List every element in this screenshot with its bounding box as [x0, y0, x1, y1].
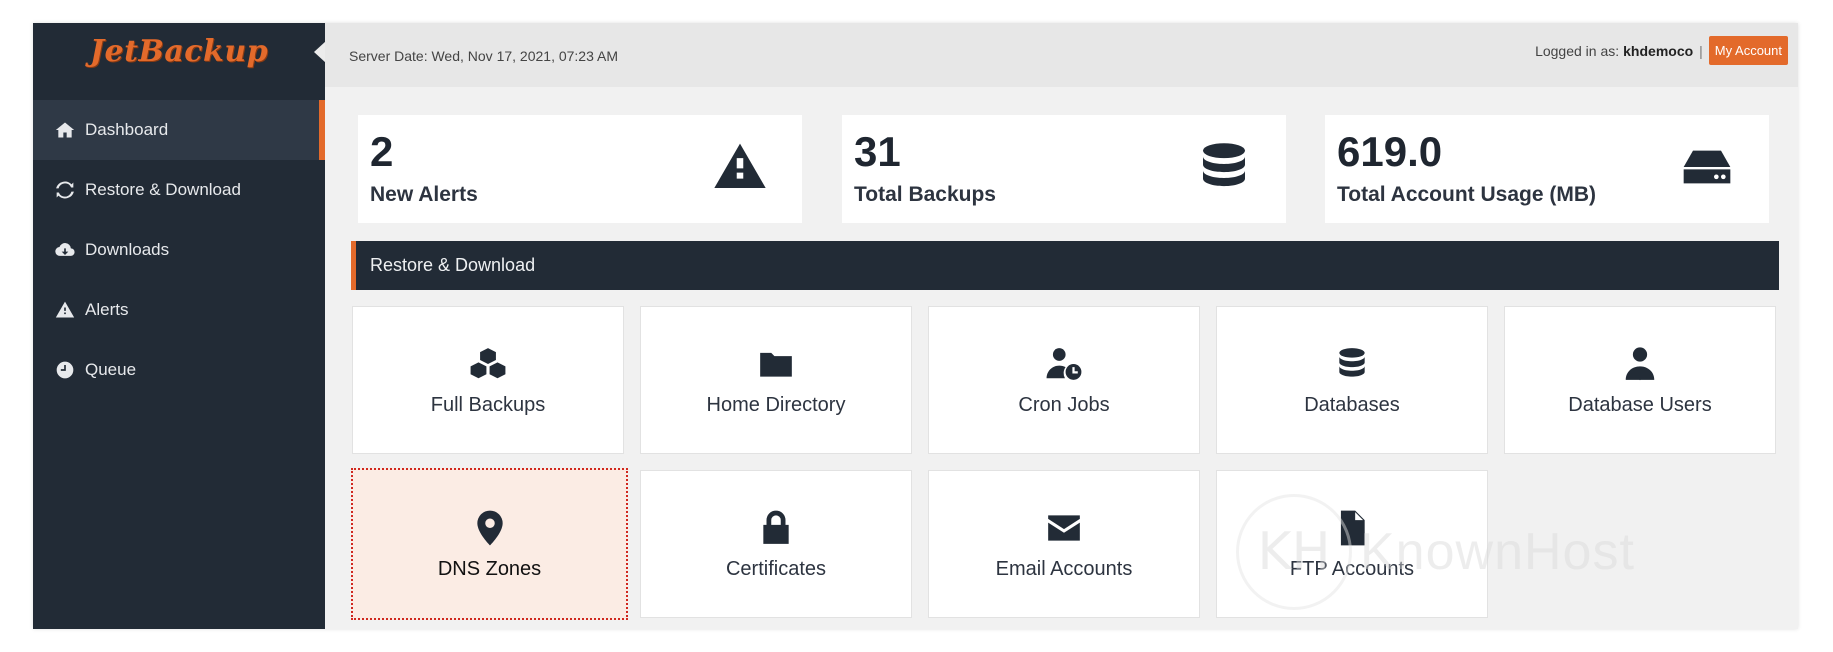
tile-label: Databases: [1304, 393, 1400, 416]
cloud-download-icon: [53, 238, 77, 262]
warning-icon: [710, 139, 770, 195]
sidebar-item-alerts[interactable]: Alerts: [33, 280, 325, 340]
section-title: Restore & Download: [370, 255, 536, 275]
tile-label: Email Accounts: [995, 557, 1133, 580]
hdd-icon: [1677, 139, 1737, 195]
jetbackup-logo[interactable]: JetBackup: [33, 23, 325, 79]
tile-dns-zones[interactable]: DNS Zones: [351, 468, 628, 620]
lock-icon: [755, 508, 797, 548]
clock-icon: [53, 358, 77, 382]
home-icon: [53, 118, 77, 142]
stat-total-usage[interactable]: 619.0 Total Account Usage (MB): [1325, 115, 1769, 223]
user-clock-icon: [1043, 344, 1085, 384]
sidebar-item-queue[interactable]: Queue: [33, 340, 325, 400]
tile-email-accounts[interactable]: Email Accounts: [928, 470, 1200, 618]
database-icon: [1194, 139, 1254, 195]
user-tie-icon: [1619, 344, 1661, 384]
sidebar: JetBackup Dashboard Restore & Download D…: [33, 23, 326, 629]
sidebar-item-label: Alerts: [85, 300, 129, 319]
tile-full-backups[interactable]: Full Backups: [352, 306, 624, 454]
tile-label: FTP Accounts: [1289, 557, 1415, 580]
sidebar-item-label: Dashboard: [85, 120, 169, 139]
sidebar-item-label: Queue: [85, 360, 137, 379]
tile-label: DNS Zones: [437, 557, 542, 580]
logo-text: JetBackup: [89, 33, 269, 69]
top-header: Server Date: Wed, Nov 17, 2021, 07:23 AM…: [325, 23, 1798, 87]
my-account-button[interactable]: My Account: [1708, 36, 1788, 65]
tile-label: Cron Jobs: [1018, 393, 1110, 416]
tile-ftp-accounts[interactable]: FTP Accounts: [1216, 470, 1488, 618]
separator: |: [1699, 42, 1703, 59]
sidebar-item-label: Restore & Download: [85, 180, 241, 199]
map-marker-icon: [469, 508, 511, 548]
tile-home-directory[interactable]: Home Directory: [640, 306, 912, 454]
stat-total-backups[interactable]: 31 Total Backups: [842, 115, 1286, 223]
tile-label: Home Directory: [706, 393, 846, 416]
tile-database-users[interactable]: Database Users: [1504, 306, 1776, 454]
envelope-icon: [1043, 508, 1085, 548]
tile-label: Database Users: [1568, 393, 1712, 416]
tile-databases[interactable]: Databases: [1216, 306, 1488, 454]
tile-cron-jobs[interactable]: Cron Jobs: [928, 306, 1200, 454]
tile-label: Full Backups: [430, 393, 546, 416]
sidebar-item-restore-download[interactable]: Restore & Download: [33, 160, 325, 220]
sidebar-item-dashboard[interactable]: Dashboard: [33, 100, 325, 160]
section-header-restore-download: Restore & Download: [351, 241, 1779, 290]
sidebar-nav: Dashboard Restore & Download Downloads A…: [33, 100, 325, 400]
warning-icon: [53, 298, 77, 322]
cubes-icon: [467, 344, 509, 384]
file-icon: [1331, 508, 1373, 548]
refresh-icon: [53, 178, 77, 202]
server-date: Server Date: Wed, Nov 17, 2021, 07:23 AM: [349, 48, 619, 64]
folder-icon: [755, 344, 797, 384]
username: khdemoco: [1623, 42, 1694, 59]
login-info: Logged in as: khdemoco | My Account: [1535, 36, 1788, 65]
sidebar-item-label: Downloads: [85, 240, 170, 259]
sidebar-item-downloads[interactable]: Downloads: [33, 220, 325, 280]
tile-label: Certificates: [725, 557, 827, 580]
stat-new-alerts[interactable]: 2 New Alerts: [358, 115, 802, 223]
logged-in-label: Logged in as:: [1535, 42, 1620, 59]
tile-certificates[interactable]: Certificates: [640, 470, 912, 618]
database-icon: [1331, 344, 1373, 384]
